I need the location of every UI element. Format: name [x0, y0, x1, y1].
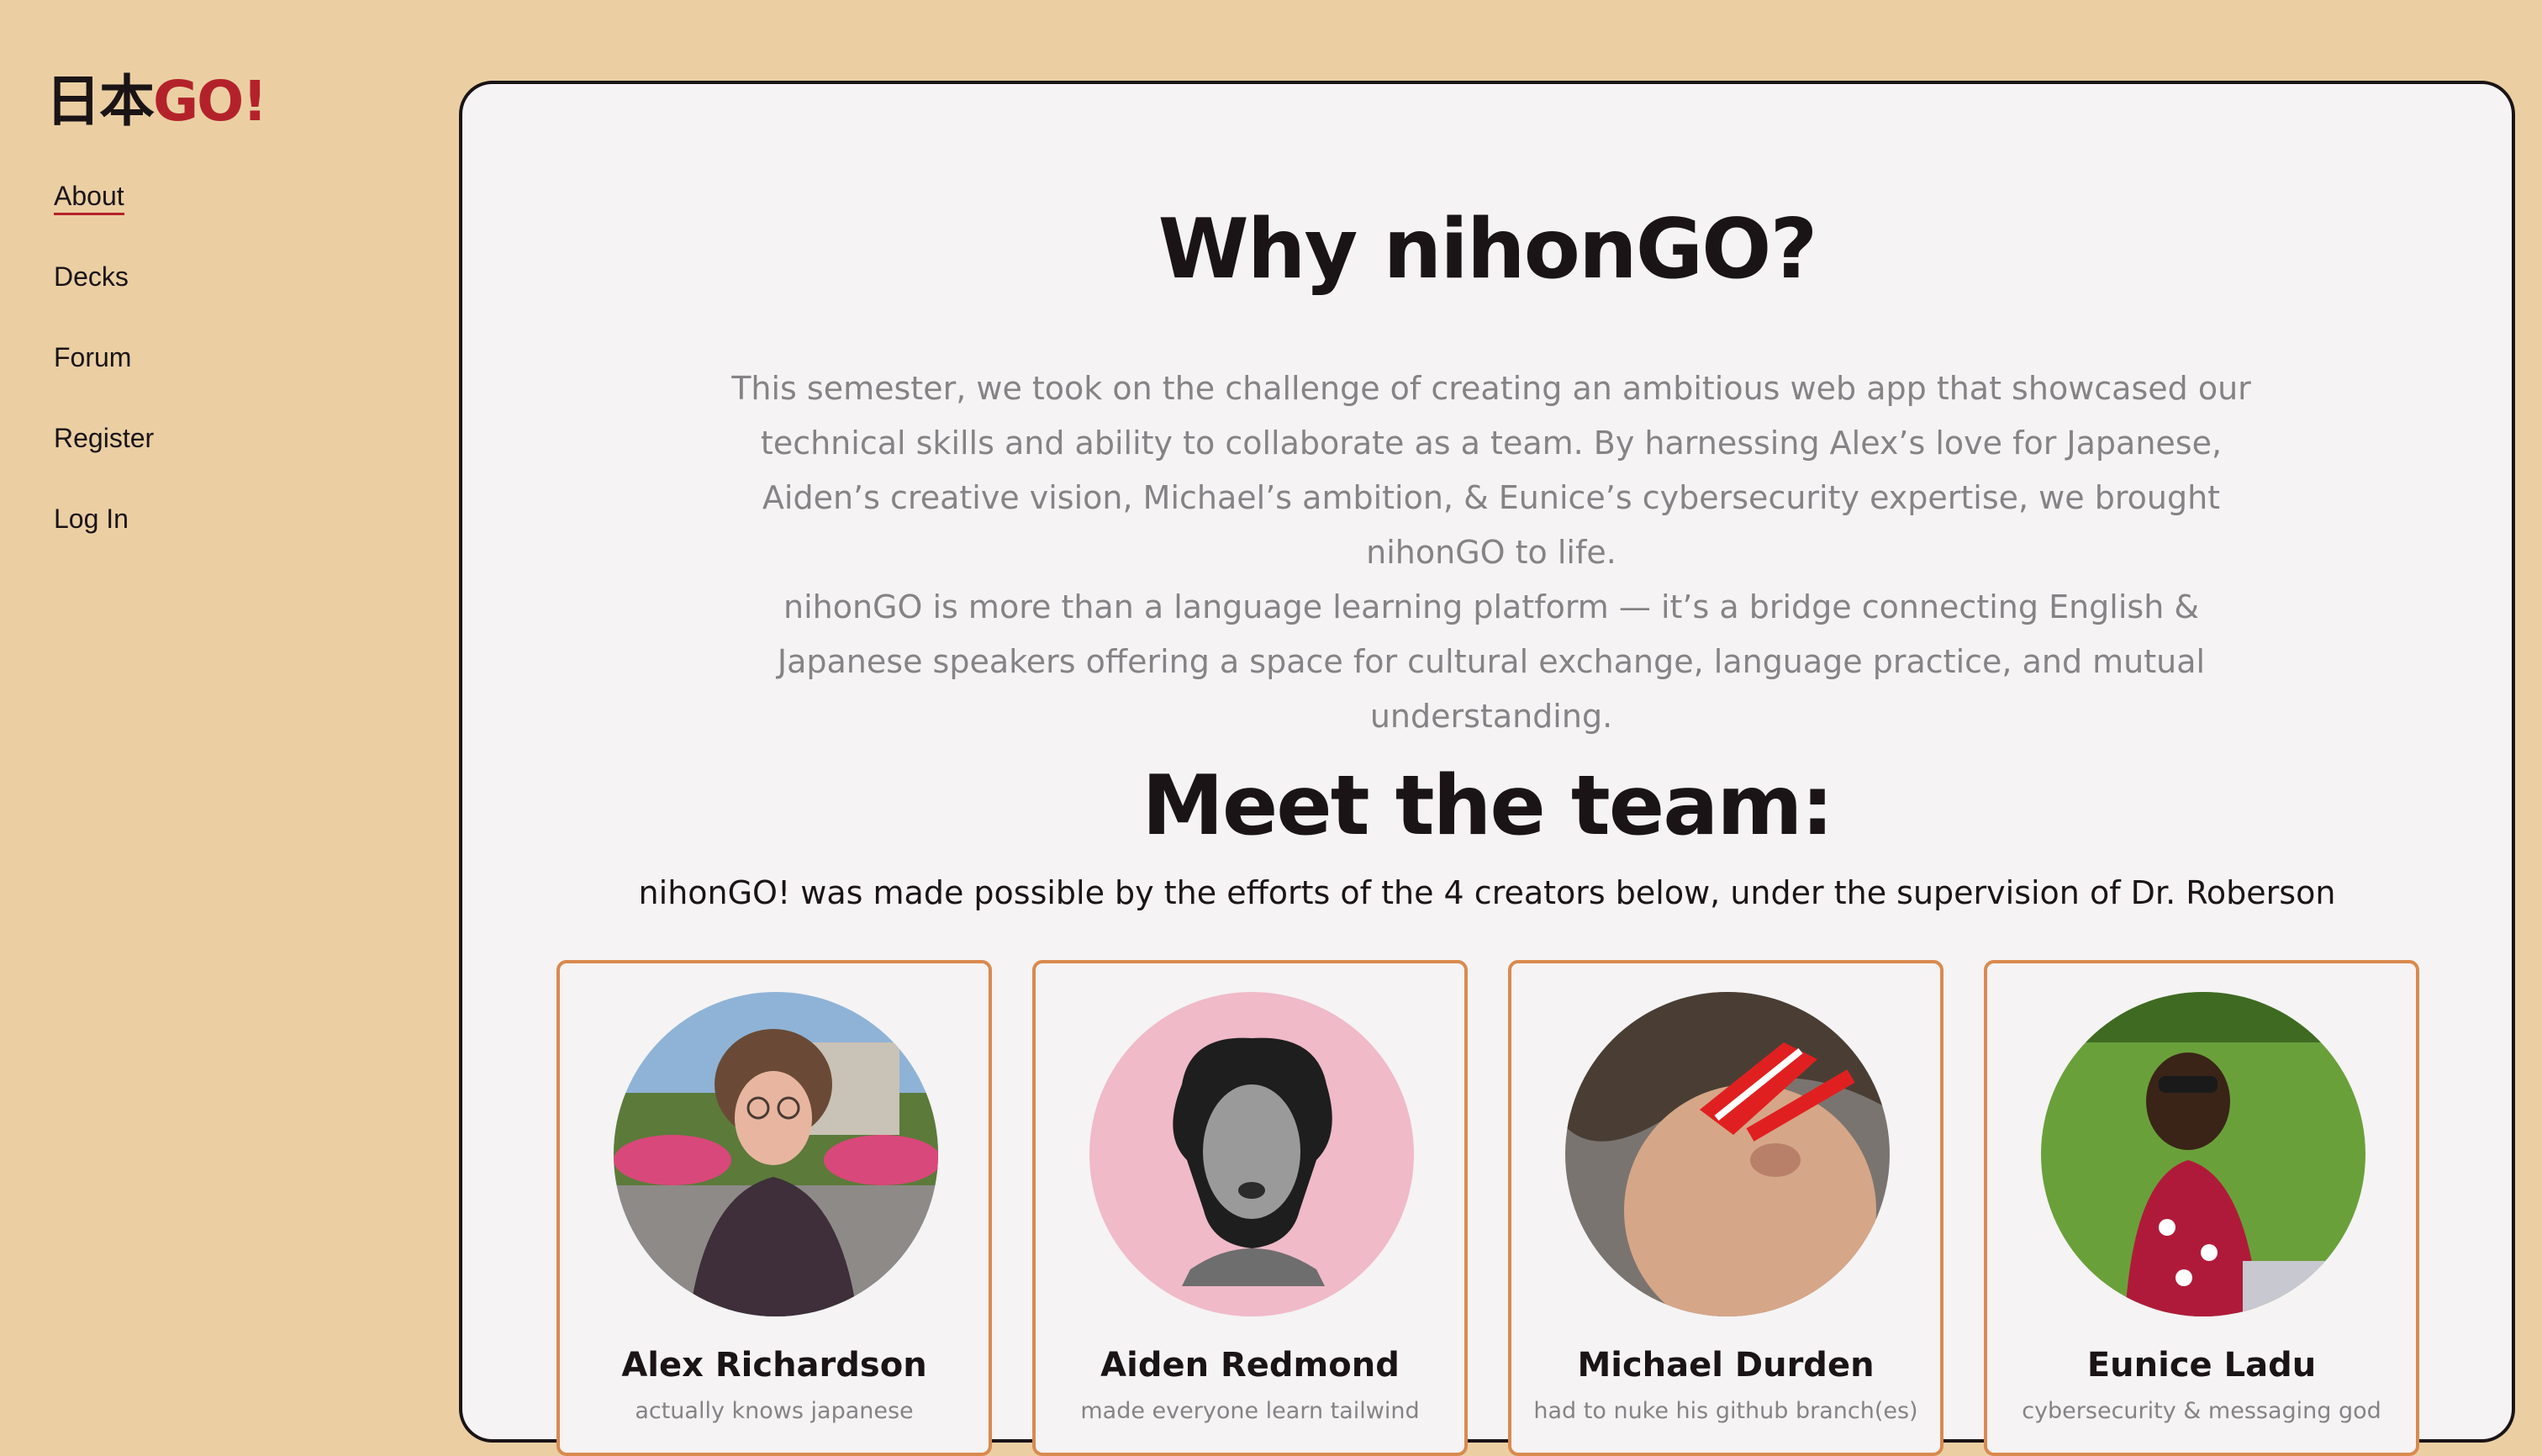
member-name: Michael Durden	[1577, 1346, 1875, 1385]
team-member-card: Eunice Ladu cybersecurity & messaging go…	[1984, 960, 2419, 1456]
nav-item-forum-label[interactable]: Forum	[54, 342, 131, 372]
avatar-michael-photo	[1565, 992, 1890, 1316]
team-member-card: Alex Richardson actually knows japanese	[556, 960, 992, 1456]
brand-logo-kanji: 日本	[45, 69, 155, 134]
member-role: cybersecurity & messaging god	[2022, 1398, 2381, 1424]
avatar	[614, 992, 938, 1316]
about-paragraph-1: This semester, we took on the challenge …	[731, 370, 2251, 571]
member-name: Aiden Redmond	[1100, 1346, 1400, 1385]
nav-item-decks[interactable]: Decks	[54, 257, 154, 338]
about-paragraph-2: nihonGO is more than a language learning…	[777, 588, 2206, 735]
team-member-card: Michael Durden had to nuke his github br…	[1508, 960, 1943, 1456]
avatar	[2041, 992, 2365, 1316]
about-card: Why nihonGO? This semester, we took on t…	[459, 81, 2515, 1456]
sidebar: 日本GO! About Decks Forum Register Log In	[0, 0, 454, 1395]
nav-item-about-label[interactable]: About	[54, 181, 124, 215]
brand-logo-go: GO!	[153, 69, 267, 134]
about-title: Why nihonGO?	[1158, 202, 1818, 298]
avatar-eunice-photo	[2041, 992, 2365, 1316]
member-name: Alex Richardson	[621, 1346, 927, 1385]
nav-item-register[interactable]: Register	[54, 419, 154, 499]
nav-item-register-label[interactable]: Register	[54, 423, 154, 453]
nav-item-decks-label[interactable]: Decks	[54, 261, 129, 292]
member-role: had to nuke his github branch(es)	[1533, 1398, 1918, 1424]
member-name: Eunice Ladu	[2086, 1346, 2317, 1385]
brand-logo[interactable]: 日本GO!	[45, 74, 267, 129]
team-subtitle: nihonGO! was made possible by the effort…	[638, 874, 2336, 911]
team-member-card: Aiden Redmond made everyone learn tailwi…	[1032, 960, 1468, 1456]
member-role: made everyone learn tailwind	[1080, 1398, 1420, 1424]
nav-item-forum[interactable]: Forum	[54, 338, 154, 419]
nav-item-about[interactable]: About	[54, 177, 154, 257]
team-title: Meet the team:	[1142, 758, 1833, 854]
avatar	[1089, 992, 1414, 1316]
member-role: actually knows japanese	[635, 1398, 914, 1424]
avatar-alex-photo	[614, 992, 938, 1316]
sidebar-nav: About Decks Forum Register Log In	[54, 177, 154, 580]
avatar	[1565, 992, 1890, 1316]
nav-item-login[interactable]: Log In	[54, 499, 154, 580]
avatar-aiden-photo	[1089, 992, 1414, 1316]
nav-item-login-label[interactable]: Log In	[54, 504, 129, 534]
